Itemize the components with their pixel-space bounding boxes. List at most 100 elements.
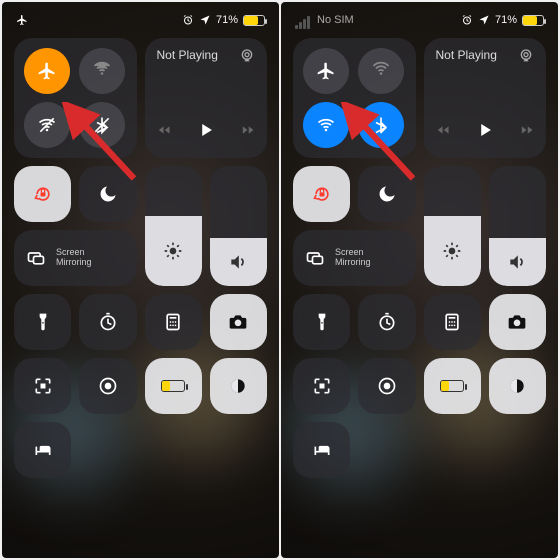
media-title: Not Playing — [157, 48, 218, 62]
low-power-icon — [161, 380, 185, 392]
speaker-icon — [228, 252, 248, 272]
screen-mirroring-button[interactable]: Screen Mirroring — [293, 230, 416, 286]
sleep-button[interactable] — [293, 422, 350, 478]
cellular-data-toggle[interactable] — [358, 48, 404, 94]
focus-toggle[interactable] — [79, 166, 136, 222]
airplane-icon — [16, 14, 28, 26]
wifi-toggle[interactable] — [24, 102, 70, 148]
rewind-icon[interactable] — [436, 122, 450, 138]
media-controls[interactable]: Not Playing — [424, 38, 547, 158]
bluetooth-toggle[interactable] — [358, 102, 404, 148]
cellular-data-toggle[interactable] — [79, 48, 125, 94]
battery-icon — [522, 15, 544, 26]
screen-mirroring-label: Screen Mirroring — [335, 248, 371, 268]
screen-record-button[interactable] — [358, 358, 415, 414]
location-icon — [199, 14, 211, 26]
play-icon[interactable] — [197, 120, 215, 140]
volume-slider[interactable] — [489, 166, 546, 286]
airplay-icon[interactable] — [518, 48, 534, 64]
status-bar: 71% — [2, 2, 279, 32]
moon-icon — [377, 184, 397, 204]
brightness-slider[interactable] — [145, 166, 202, 286]
play-icon[interactable] — [476, 120, 494, 140]
camera-button[interactable] — [489, 294, 546, 350]
screen-mirroring-icon — [305, 248, 325, 268]
flashlight-icon — [312, 312, 332, 332]
status-bar: No SIM 71% — [281, 2, 558, 32]
forward-icon[interactable] — [520, 122, 534, 138]
control-center: Not Playing — [2, 32, 279, 484]
dark-mode-icon — [507, 376, 527, 396]
media-title: Not Playing — [436, 48, 497, 62]
battery-percent: 71% — [216, 14, 238, 26]
dark-mode-button[interactable] — [489, 358, 546, 414]
rotation-lock-toggle[interactable] — [14, 166, 71, 222]
airplane-mode-toggle[interactable] — [24, 48, 70, 94]
sleep-icon — [33, 440, 53, 460]
comparison-stage: 71% — [0, 0, 560, 560]
bluetooth-toggle[interactable] — [79, 102, 125, 148]
phone-left: 71% — [2, 2, 279, 558]
rotation-lock-toggle[interactable] — [293, 166, 350, 222]
low-power-button[interactable] — [424, 358, 481, 414]
calculator-icon — [442, 312, 462, 332]
brightness-slider[interactable] — [424, 166, 481, 286]
cellular-icon — [371, 61, 391, 81]
moon-icon — [98, 184, 118, 204]
flashlight-icon — [33, 312, 53, 332]
camera-icon — [228, 312, 248, 332]
phone-right: No SIM 71% — [281, 2, 558, 558]
media-controls[interactable]: Not Playing — [145, 38, 268, 158]
calculator-button[interactable] — [424, 294, 481, 350]
flashlight-button[interactable] — [14, 294, 71, 350]
location-icon — [478, 14, 490, 26]
rewind-icon[interactable] — [157, 122, 171, 138]
timer-button[interactable] — [79, 294, 136, 350]
rotation-lock-icon — [33, 184, 53, 204]
flashlight-button[interactable] — [293, 294, 350, 350]
timer-button[interactable] — [358, 294, 415, 350]
calculator-button[interactable] — [145, 294, 202, 350]
qr-scan-icon — [33, 376, 53, 396]
cellular-icon — [92, 61, 112, 81]
connectivity-group — [293, 38, 416, 158]
screen-mirroring-button[interactable]: Screen Mirroring — [14, 230, 137, 286]
volume-slider[interactable] — [210, 166, 267, 286]
screen-mirroring-icon — [26, 248, 46, 268]
qr-scan-icon — [312, 376, 332, 396]
wifi-icon — [37, 115, 57, 135]
sun-icon — [442, 241, 462, 261]
sleep-icon — [312, 440, 332, 460]
low-power-icon — [440, 380, 464, 392]
alarm-icon — [461, 14, 473, 26]
bluetooth-icon — [92, 115, 112, 135]
airplay-icon[interactable] — [239, 48, 255, 64]
control-center: Not Playing — [281, 32, 558, 484]
alarm-icon — [182, 14, 194, 26]
calculator-icon — [163, 312, 183, 332]
qr-scan-button[interactable] — [293, 358, 350, 414]
camera-icon — [507, 312, 527, 332]
rotation-lock-icon — [312, 184, 332, 204]
airplane-icon — [316, 61, 336, 81]
screen-record-icon — [377, 376, 397, 396]
low-power-button[interactable] — [145, 358, 202, 414]
wifi-toggle[interactable] — [303, 102, 349, 148]
focus-toggle[interactable] — [358, 166, 415, 222]
airplane-mode-toggle[interactable] — [303, 48, 349, 94]
qr-scan-button[interactable] — [14, 358, 71, 414]
forward-icon[interactable] — [241, 122, 255, 138]
carrier-label: No SIM — [317, 14, 354, 26]
dark-mode-button[interactable] — [210, 358, 267, 414]
screen-mirroring-label: Screen Mirroring — [56, 248, 92, 268]
timer-icon — [98, 312, 118, 332]
camera-button[interactable] — [210, 294, 267, 350]
timer-icon — [377, 312, 397, 332]
screen-record-button[interactable] — [79, 358, 136, 414]
screen-record-icon — [98, 376, 118, 396]
connectivity-group — [14, 38, 137, 158]
sleep-button[interactable] — [14, 422, 71, 478]
airplane-icon — [37, 61, 57, 81]
speaker-icon — [507, 252, 527, 272]
wifi-icon — [316, 115, 336, 135]
